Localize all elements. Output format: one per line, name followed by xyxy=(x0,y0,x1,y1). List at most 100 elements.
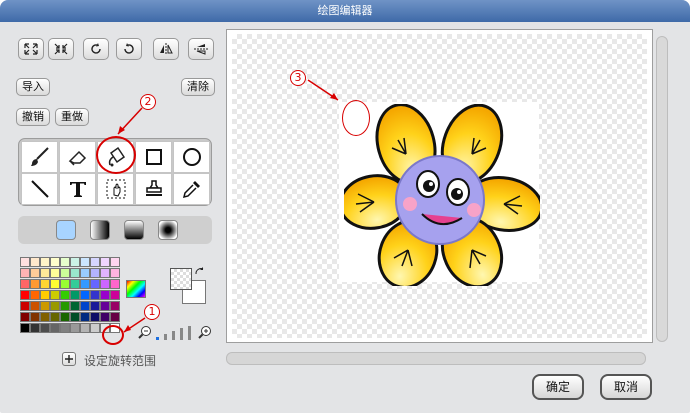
color-swatch[interactable] xyxy=(110,279,120,289)
color-swatch[interactable] xyxy=(70,290,80,300)
color-swatch[interactable] xyxy=(30,323,40,333)
color-swatch[interactable] xyxy=(90,290,100,300)
color-swatch[interactable] xyxy=(80,301,90,311)
color-swatch[interactable] xyxy=(80,257,90,267)
color-swatch[interactable] xyxy=(30,268,40,278)
text-tool[interactable] xyxy=(59,173,96,205)
color-swatch[interactable] xyxy=(70,323,80,333)
eyedropper-tool[interactable] xyxy=(173,173,210,205)
redo-button[interactable]: 重做 xyxy=(55,108,89,126)
rectangle-tool[interactable] xyxy=(135,141,172,173)
color-swatch[interactable] xyxy=(20,279,30,289)
line-tool[interactable] xyxy=(21,173,58,205)
color-swatch[interactable] xyxy=(40,279,50,289)
rotate-right-icon-button[interactable] xyxy=(83,38,109,60)
flip-horizontal-icon-button[interactable] xyxy=(153,38,179,60)
flip-vertical-icon-button[interactable] xyxy=(188,38,214,60)
color-swatch[interactable] xyxy=(70,301,80,311)
primary-color-swatch[interactable] xyxy=(170,268,192,290)
color-swatch[interactable] xyxy=(80,323,90,333)
color-swatch[interactable] xyxy=(30,279,40,289)
color-swatch[interactable] xyxy=(20,290,30,300)
brush-size-indicator[interactable] xyxy=(156,326,194,340)
color-swatch[interactable] xyxy=(30,312,40,322)
import-button[interactable]: 导入 xyxy=(16,78,50,96)
color-swatch[interactable] xyxy=(50,257,60,267)
shrink-icon-button[interactable] xyxy=(48,38,74,60)
color-swatch[interactable] xyxy=(70,268,80,278)
paintbrush-tool[interactable] xyxy=(21,141,58,173)
color-swatch[interactable] xyxy=(20,257,30,267)
color-swatch[interactable] xyxy=(60,257,70,267)
color-swatch[interactable] xyxy=(40,323,50,333)
color-swatch[interactable] xyxy=(100,301,110,311)
color-spectrum-picker[interactable] xyxy=(126,280,146,298)
color-swatch[interactable] xyxy=(100,290,110,300)
color-swatch[interactable] xyxy=(40,312,50,322)
color-swatch[interactable] xyxy=(90,323,100,333)
enlarge-icon-button[interactable] xyxy=(18,38,44,60)
color-swatch[interactable] xyxy=(20,312,30,322)
color-swatch[interactable] xyxy=(40,290,50,300)
color-swatch[interactable] xyxy=(90,279,100,289)
color-swatch[interactable] xyxy=(30,257,40,267)
color-swatch[interactable] xyxy=(70,312,80,322)
color-swatch[interactable] xyxy=(110,290,120,300)
undo-button[interactable]: 撤销 xyxy=(16,108,50,126)
color-swatch[interactable] xyxy=(60,301,70,311)
fill-style-vertical-gradient[interactable] xyxy=(124,220,144,240)
color-swatch[interactable] xyxy=(80,279,90,289)
color-swatch[interactable] xyxy=(20,301,30,311)
color-swatch[interactable] xyxy=(110,257,120,267)
ok-button[interactable]: 确定 xyxy=(532,374,585,400)
color-swatch[interactable] xyxy=(60,323,70,333)
color-swatch[interactable] xyxy=(50,301,60,311)
color-swatch[interactable] xyxy=(60,290,70,300)
color-swatch[interactable] xyxy=(90,301,100,311)
color-swatch[interactable] xyxy=(30,290,40,300)
color-swatch[interactable] xyxy=(50,290,60,300)
select-tool[interactable] xyxy=(97,173,134,205)
color-swatch[interactable] xyxy=(110,301,120,311)
fill-style-horizontal-gradient[interactable] xyxy=(90,220,110,240)
color-swatch[interactable] xyxy=(110,268,120,278)
color-swatch[interactable] xyxy=(90,268,100,278)
eraser-tool[interactable] xyxy=(59,141,96,173)
color-swatch[interactable] xyxy=(40,268,50,278)
color-swatch[interactable] xyxy=(70,257,80,267)
rotation-center-button[interactable] xyxy=(62,352,76,366)
color-swatch[interactable] xyxy=(20,268,30,278)
color-swatch[interactable] xyxy=(80,290,90,300)
color-swatch[interactable] xyxy=(90,312,100,322)
color-swatch[interactable] xyxy=(50,312,60,322)
color-swatch[interactable] xyxy=(100,257,110,267)
color-swatch[interactable] xyxy=(60,268,70,278)
canvas-vertical-scrollbar[interactable] xyxy=(656,36,668,342)
fill-style-radial-gradient[interactable] xyxy=(158,220,178,240)
color-swatch[interactable] xyxy=(40,301,50,311)
color-swatch[interactable] xyxy=(60,279,70,289)
color-swatch[interactable] xyxy=(90,257,100,267)
cancel-button[interactable]: 取消 xyxy=(600,374,653,400)
color-swatch[interactable] xyxy=(50,323,60,333)
color-swatch[interactable] xyxy=(100,279,110,289)
rotate-left-icon-button[interactable] xyxy=(116,38,142,60)
color-swatch[interactable] xyxy=(50,279,60,289)
zoom-in-brush-icon[interactable] xyxy=(198,325,212,339)
color-swatch[interactable] xyxy=(30,301,40,311)
color-swatch[interactable] xyxy=(100,312,110,322)
color-swatch[interactable] xyxy=(80,312,90,322)
ellipse-tool[interactable] xyxy=(173,141,210,173)
canvas-horizontal-scrollbar[interactable] xyxy=(226,352,646,365)
color-swatch[interactable] xyxy=(70,279,80,289)
stamp-tool[interactable] xyxy=(135,173,172,205)
clear-button[interactable]: 清除 xyxy=(181,78,215,96)
swap-colors-icon[interactable] xyxy=(194,266,206,278)
color-swatch[interactable] xyxy=(80,268,90,278)
color-swatch[interactable] xyxy=(50,268,60,278)
color-swatch[interactable] xyxy=(40,257,50,267)
drawing-canvas[interactable]: 3 xyxy=(232,34,647,338)
color-swatch[interactable] xyxy=(100,268,110,278)
color-swatch[interactable] xyxy=(60,312,70,322)
fill-style-solid[interactable] xyxy=(56,220,76,240)
